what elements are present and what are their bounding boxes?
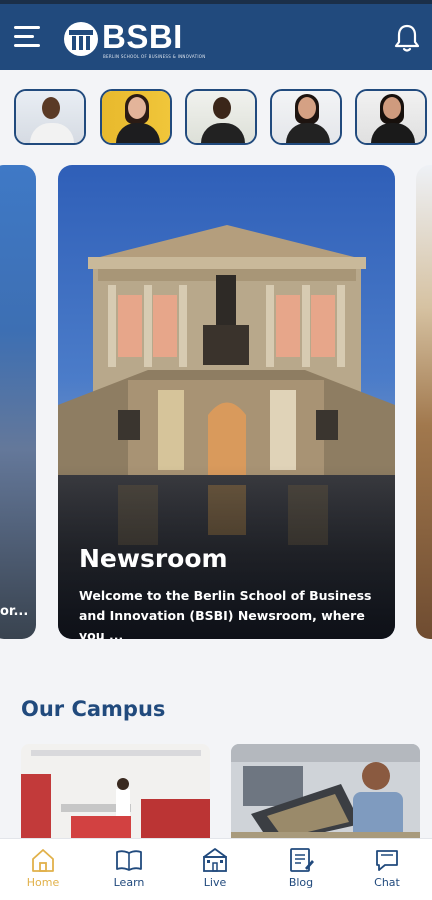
story-avatar-1[interactable] (14, 89, 86, 145)
story-avatar-2[interactable] (100, 89, 172, 145)
nav-live[interactable]: Live (172, 839, 258, 900)
logo-subtitle: BERLIN SCHOOL OF BUSINESS & INNOVATION (103, 54, 206, 59)
campus-image-lab[interactable] (21, 744, 210, 844)
newsroom-description: Welcome to the Berlin School of Business… (79, 588, 372, 639)
bottom-navigation: Home Learn Live Blog Chat (0, 838, 432, 900)
story-avatar-4[interactable] (270, 89, 342, 145)
nav-home-label: Home (26, 876, 60, 889)
our-campus-heading: Our Campus (21, 697, 166, 721)
campus-image-design[interactable] (231, 744, 420, 844)
building-icon (203, 848, 227, 872)
nav-chat[interactable]: Chat (344, 839, 430, 900)
nav-learn[interactable]: Learn (86, 839, 172, 900)
nav-live-label: Live (203, 876, 227, 889)
nav-home[interactable]: Home (0, 839, 86, 900)
logo-emblem-icon (64, 22, 98, 56)
previous-card-text: or... (0, 604, 29, 619)
nav-chat-label: Chat (374, 876, 400, 889)
blog-icon (290, 848, 314, 872)
carousel-card-previous[interactable]: or... (0, 165, 36, 639)
nav-learn-label: Learn (113, 876, 145, 889)
app-header: BSBI BERLIN SCHOOL OF BUSINESS & INNOVAT… (0, 0, 432, 70)
bell-icon[interactable] (392, 22, 422, 54)
newsroom-card[interactable]: Newsroom Welcome to the Berlin School of… (58, 165, 395, 639)
home-icon (32, 849, 54, 872)
hamburger-menu-icon[interactable] (14, 26, 42, 48)
story-avatar-3[interactable] (185, 89, 257, 145)
app-screen: BSBI BERLIN SCHOOL OF BUSINESS & INNOVAT… (0, 0, 432, 900)
book-icon (116, 850, 142, 871)
newsroom-title: Newsroom (79, 544, 228, 573)
logo-text: BSBI (102, 18, 183, 55)
chat-icon (376, 850, 398, 871)
stories-row (14, 89, 432, 147)
story-avatar-5[interactable] (355, 89, 427, 145)
nav-blog-label: Blog (288, 876, 314, 889)
nav-blog[interactable]: Blog (258, 839, 344, 900)
bsbi-logo[interactable]: BSBI BERLIN SCHOOL OF BUSINESS & INNOVAT… (64, 18, 205, 62)
carousel-card-next[interactable] (416, 165, 432, 639)
